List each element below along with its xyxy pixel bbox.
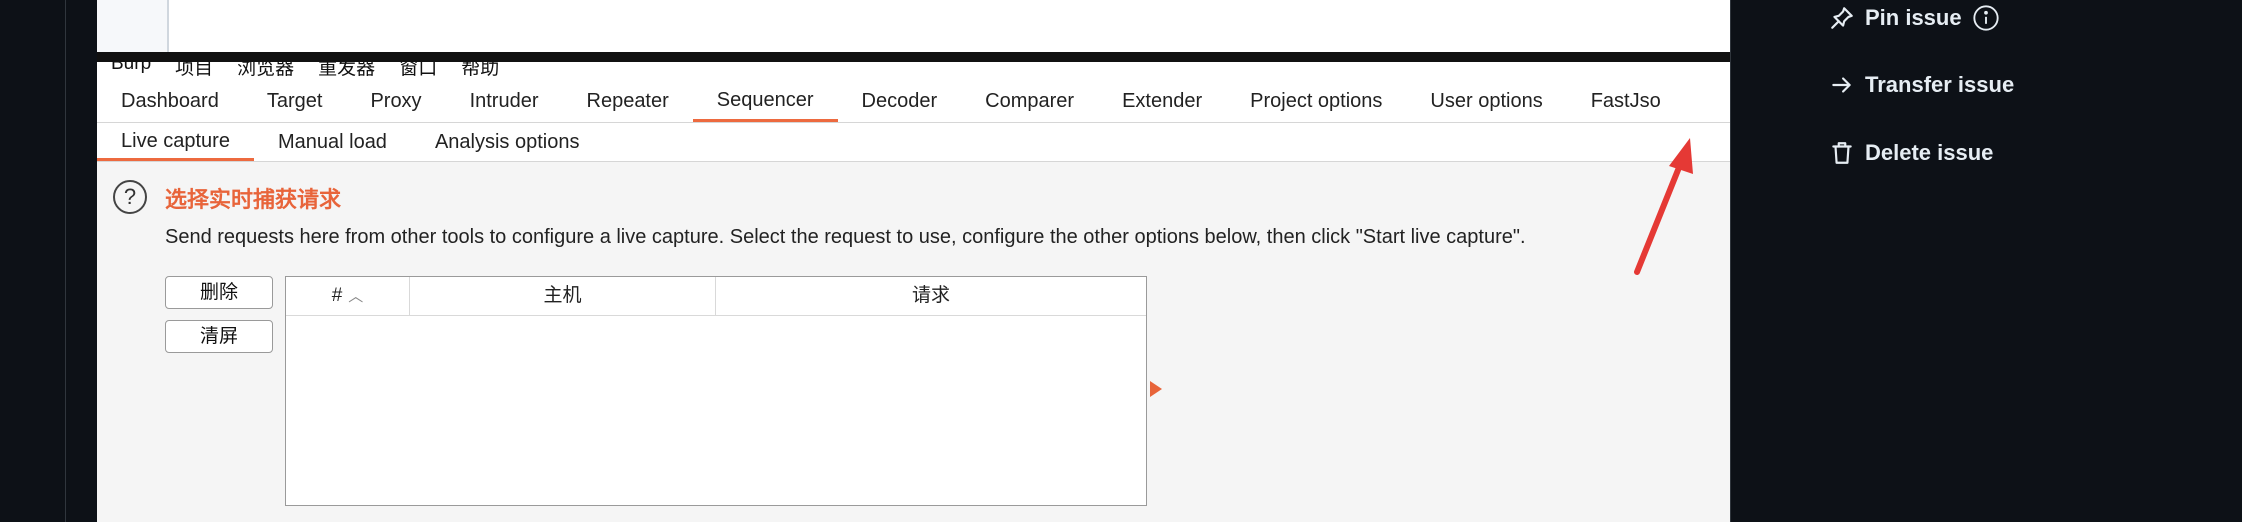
tab-comparer[interactable]: Comparer [961, 80, 1098, 122]
tab-proxy[interactable]: Proxy [346, 80, 445, 122]
issue-sidebar: Pin issue Transfer issue Delete issue [1730, 0, 2242, 522]
menu-browser[interactable]: 浏览器 [237, 62, 294, 76]
tab-user-options[interactable]: User options [1406, 80, 1566, 122]
menu-project[interactable]: 项目 [175, 62, 213, 76]
tab-dashboard[interactable]: Dashboard [97, 80, 243, 122]
tab-decoder[interactable]: Decoder [838, 80, 962, 122]
arrow-right-icon [1832, 77, 1851, 93]
pin-issue-action[interactable]: Pin issue [1829, 4, 2000, 32]
transfer-issue-action[interactable]: Transfer issue [1829, 72, 2014, 98]
sort-ascending-icon: ︿ [348, 288, 364, 305]
help-icon[interactable]: ? [113, 180, 147, 214]
remove-button[interactable]: 删除 [165, 276, 273, 309]
delete-issue-action[interactable]: Delete issue [1829, 140, 1993, 166]
menu-window[interactable]: 窗口 [399, 62, 437, 76]
column-header-host[interactable]: 主机 [410, 277, 716, 315]
main-tabs: Dashboard Target Proxy Intruder Repeater… [97, 80, 1730, 123]
subtab-live-capture[interactable]: Live capture [97, 123, 254, 161]
live-capture-panel: ? 选择实时捕获请求 Send requests here from other… [97, 162, 1730, 522]
section-title: 选择实时捕获请求 [165, 187, 342, 212]
tab-target[interactable]: Target [243, 80, 347, 122]
tab-project-options[interactable]: Project options [1226, 80, 1406, 122]
info-icon[interactable] [1972, 4, 2000, 32]
pin-icon [1831, 7, 1853, 29]
request-table[interactable]: # ︿ 主机 请求 [285, 276, 1147, 506]
blank-editor-area [97, 0, 1730, 52]
trash-icon [1832, 142, 1852, 164]
column-header-request[interactable]: 请求 [716, 277, 1146, 315]
expand-arrow-icon[interactable] [1150, 381, 1162, 397]
clear-button[interactable]: 清屏 [165, 320, 273, 353]
subtab-manual-load[interactable]: Manual load [254, 123, 411, 161]
table-header: # ︿ 主机 请求 [286, 277, 1146, 316]
column-label-number: # [331, 285, 343, 306]
menu-bar: Burp 项目 浏览器 重发器 窗口 帮助 [97, 62, 1730, 76]
subtab-analysis-options[interactable]: Analysis options [411, 123, 604, 161]
burp-suite-screenshot: Burp 项目 浏览器 重发器 窗口 帮助 Dashboard Target P… [97, 0, 1730, 522]
menu-burp[interactable]: Burp [111, 62, 151, 76]
pin-issue-label: Pin issue [1865, 5, 1962, 30]
transfer-issue-label: Transfer issue [1865, 72, 2015, 97]
divider-band [97, 52, 1730, 62]
menu-repeater[interactable]: 重发器 [318, 62, 375, 76]
tab-sequencer[interactable]: Sequencer [692, 80, 838, 122]
tab-intruder[interactable]: Intruder [446, 80, 563, 122]
tab-fastjson[interactable]: FastJso [1567, 80, 1685, 122]
left-gutter [0, 0, 66, 522]
menu-help[interactable]: 帮助 [461, 62, 499, 76]
tab-repeater[interactable]: Repeater [563, 80, 693, 122]
description-text: Send requests here from other tools to c… [165, 226, 1526, 248]
sequencer-subtabs: Live capture Manual load Analysis option… [97, 123, 1730, 162]
line-gutter [97, 0, 169, 52]
tab-extender[interactable]: Extender [1098, 80, 1226, 122]
column-header-number[interactable]: # ︿ [286, 277, 410, 315]
delete-issue-label: Delete issue [1865, 140, 1994, 165]
